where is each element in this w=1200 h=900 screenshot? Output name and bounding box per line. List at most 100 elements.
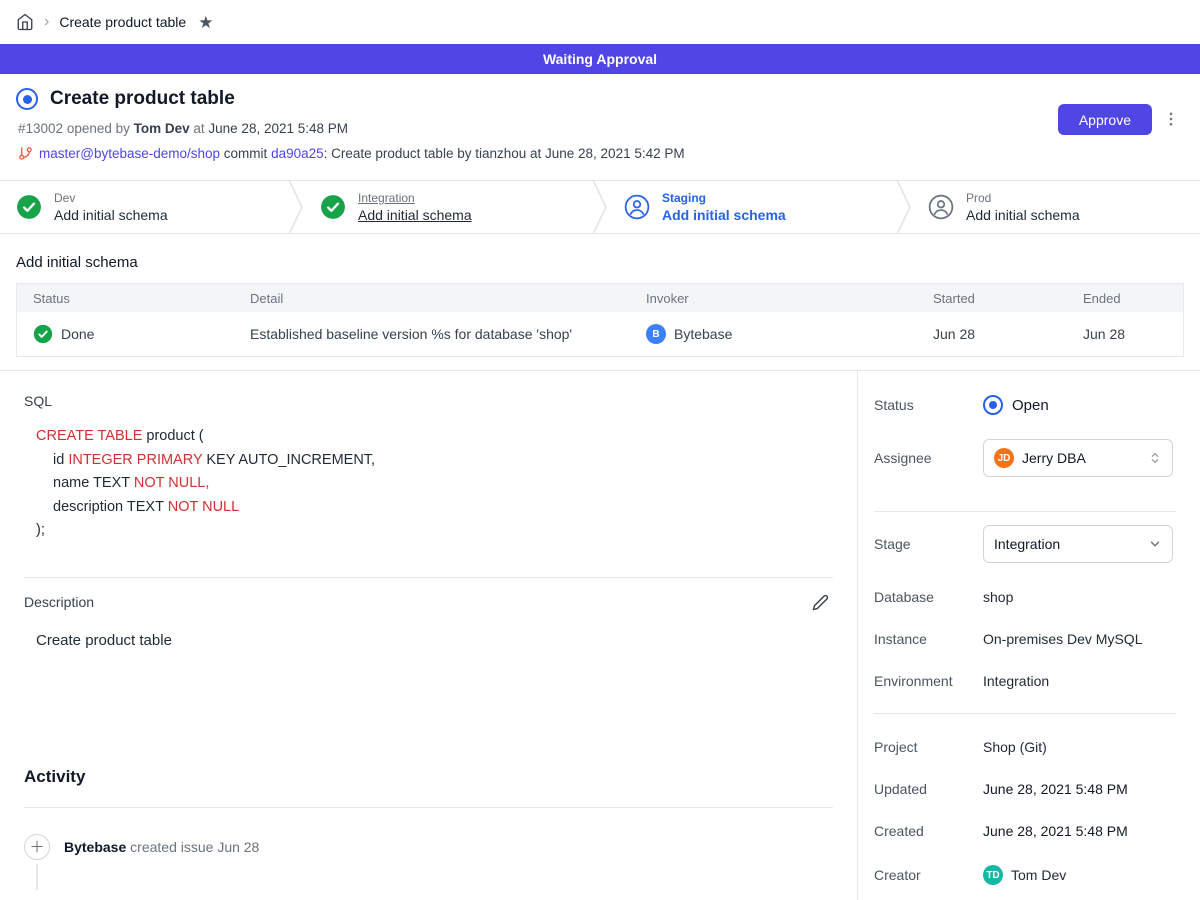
updated-label: Updated bbox=[874, 781, 983, 797]
stage-separator bbox=[288, 181, 304, 233]
stage-env-label: Staging bbox=[662, 191, 786, 205]
instance-value: On-premises Dev MySQL bbox=[983, 631, 1142, 647]
stage-task-label: Add initial schema bbox=[966, 207, 1080, 223]
database-value: shop bbox=[983, 589, 1013, 605]
task-section: Add initial schema Status Detail Invoker… bbox=[0, 234, 1200, 370]
created-value: June 28, 2021 5:48 PM bbox=[983, 823, 1128, 839]
assignee-select[interactable]: JD Jerry DBA bbox=[983, 439, 1173, 477]
issue-id: #13002 bbox=[18, 121, 63, 136]
waiting-approval-banner: Waiting Approval bbox=[0, 44, 1200, 74]
updated-value: June 28, 2021 5:48 PM bbox=[983, 781, 1128, 797]
sql-section-label: SQL bbox=[24, 393, 833, 409]
column-header-invoker: Invoker bbox=[630, 291, 917, 306]
column-header-ended: Ended bbox=[1067, 291, 1183, 306]
assignee-label: Assignee bbox=[874, 450, 983, 466]
breadcrumb-current[interactable]: Create product table bbox=[59, 14, 186, 30]
stage-separator bbox=[896, 181, 912, 233]
invoker-name: Bytebase bbox=[674, 326, 732, 342]
activity-plus-icon: ＋ bbox=[24, 834, 50, 860]
status-open-icon bbox=[983, 395, 1003, 415]
commit-message: : Create product table by tianzhou at Ju… bbox=[324, 146, 685, 161]
chevron-down-icon bbox=[1148, 537, 1162, 551]
commit-line: master@bytebase-demo/shop commit da90a25… bbox=[18, 146, 1184, 161]
assignee-avatar: JD bbox=[994, 448, 1014, 468]
invoker-avatar: B bbox=[646, 324, 666, 344]
sidebar-row-created: Created June 28, 2021 5:48 PM bbox=[874, 823, 1176, 839]
status-label: Status bbox=[874, 397, 983, 413]
main-content: SQL CREATE TABLE product ( id INTEGER PR… bbox=[0, 370, 1200, 900]
database-label: Database bbox=[874, 589, 983, 605]
task-done-icon bbox=[33, 324, 53, 344]
activity-action: created issue Jun 28 bbox=[126, 839, 259, 855]
sidebar-row-updated: Updated June 28, 2021 5:48 PM bbox=[874, 781, 1176, 797]
issue-open-status-icon bbox=[16, 88, 38, 110]
issue-opened-date: June 28, 2021 5:48 PM bbox=[208, 121, 348, 136]
task-heading: Add initial schema bbox=[16, 254, 1184, 271]
timeline-connector bbox=[36, 864, 38, 890]
stage-separator bbox=[592, 181, 608, 233]
task-ended-date: Jun 28 bbox=[1067, 326, 1183, 342]
creator-avatar: TD bbox=[983, 865, 1003, 885]
sidebar-divider bbox=[874, 511, 1176, 512]
project-value: Shop (Git) bbox=[983, 739, 1047, 755]
environment-label: Environment bbox=[874, 673, 983, 689]
sidebar-row-environment: Environment Integration bbox=[874, 673, 1176, 689]
sidebar-row-project: Project Shop (Git) bbox=[874, 739, 1176, 755]
git-branch-icon bbox=[18, 146, 33, 161]
task-started-date: Jun 28 bbox=[917, 326, 1067, 342]
project-label: Project bbox=[874, 739, 983, 755]
table-row[interactable]: Done Established baseline version %s for… bbox=[17, 312, 1183, 356]
status-value: Open bbox=[1012, 397, 1049, 414]
stage-task-label: Add initial schema bbox=[54, 207, 168, 223]
pipeline-stage-staging[interactable]: Staging Add initial schema bbox=[608, 181, 896, 233]
stage-done-icon bbox=[16, 194, 42, 220]
stage-label: Stage bbox=[874, 536, 983, 552]
sidebar-divider bbox=[874, 713, 1176, 714]
stage-select[interactable]: Integration bbox=[983, 525, 1173, 563]
pipeline-stage-integration[interactable]: Integration Add initial schema bbox=[304, 181, 592, 233]
section-divider bbox=[24, 577, 833, 578]
description-label: Description bbox=[24, 594, 94, 610]
instance-label: Instance bbox=[874, 631, 983, 647]
bookmark-star-icon[interactable]: ★ bbox=[198, 14, 213, 31]
top-bar: › Create product table ★ bbox=[0, 0, 1200, 44]
sidebar-row-database: Database shop bbox=[874, 589, 1176, 605]
sql-statement: CREATE TABLE product ( id INTEGER PRIMAR… bbox=[36, 425, 833, 543]
task-detail-text: Established baseline version %s for data… bbox=[234, 326, 630, 342]
stage-task-label: Add initial schema bbox=[662, 207, 786, 223]
activity-divider bbox=[24, 807, 833, 808]
stage-pending-person-icon bbox=[928, 194, 954, 220]
more-actions-kebab-icon[interactable] bbox=[1162, 110, 1180, 128]
stage-active-person-icon bbox=[624, 194, 650, 220]
activity-item: ＋ Bytebase created issue Jun 28 bbox=[24, 834, 833, 860]
activity-actor: Bytebase bbox=[64, 839, 126, 855]
activity-heading: Activity bbox=[24, 767, 833, 787]
created-label: Created bbox=[874, 823, 983, 839]
sidebar-row-instance: Instance On-premises Dev MySQL bbox=[874, 631, 1176, 647]
pipeline-stage-dev[interactable]: Dev Add initial schema bbox=[0, 181, 288, 233]
pipeline-stage-prod[interactable]: Prod Add initial schema bbox=[912, 181, 1200, 233]
sidebar-row-assignee: Assignee JD Jerry DBA bbox=[874, 439, 1176, 477]
stage-env-label: Prod bbox=[966, 191, 1080, 205]
issue-meta-line: #13002 opened by Tom Dev at June 28, 202… bbox=[18, 121, 1184, 136]
stage-done-icon bbox=[320, 194, 346, 220]
assignee-value: Jerry DBA bbox=[1022, 450, 1140, 466]
column-header-detail: Detail bbox=[234, 291, 630, 306]
environment-value: Integration bbox=[983, 673, 1049, 689]
approve-button[interactable]: Approve bbox=[1058, 104, 1152, 135]
repo-branch-link[interactable]: master@bytebase-demo/shop bbox=[39, 146, 220, 161]
select-stepper-icon bbox=[1148, 451, 1162, 465]
task-table-header: Status Detail Invoker Started Ended bbox=[17, 284, 1183, 312]
home-icon[interactable] bbox=[16, 13, 34, 31]
stage-value: Integration bbox=[994, 536, 1140, 552]
column-header-started: Started bbox=[917, 291, 1067, 306]
stage-task-link[interactable]: Add initial schema bbox=[358, 207, 472, 223]
edit-description-pencil-icon[interactable] bbox=[812, 594, 829, 611]
stage-env-label[interactable]: Integration bbox=[358, 191, 472, 205]
creator-value: Tom Dev bbox=[1011, 867, 1066, 883]
issue-detail-column: SQL CREATE TABLE product ( id INTEGER PR… bbox=[0, 371, 857, 900]
issue-author: Tom Dev bbox=[134, 121, 190, 136]
sidebar-row-stage: Stage Integration bbox=[874, 525, 1176, 563]
commit-hash-link[interactable]: da90a25 bbox=[271, 146, 324, 161]
stage-env-label: Dev bbox=[54, 191, 168, 205]
